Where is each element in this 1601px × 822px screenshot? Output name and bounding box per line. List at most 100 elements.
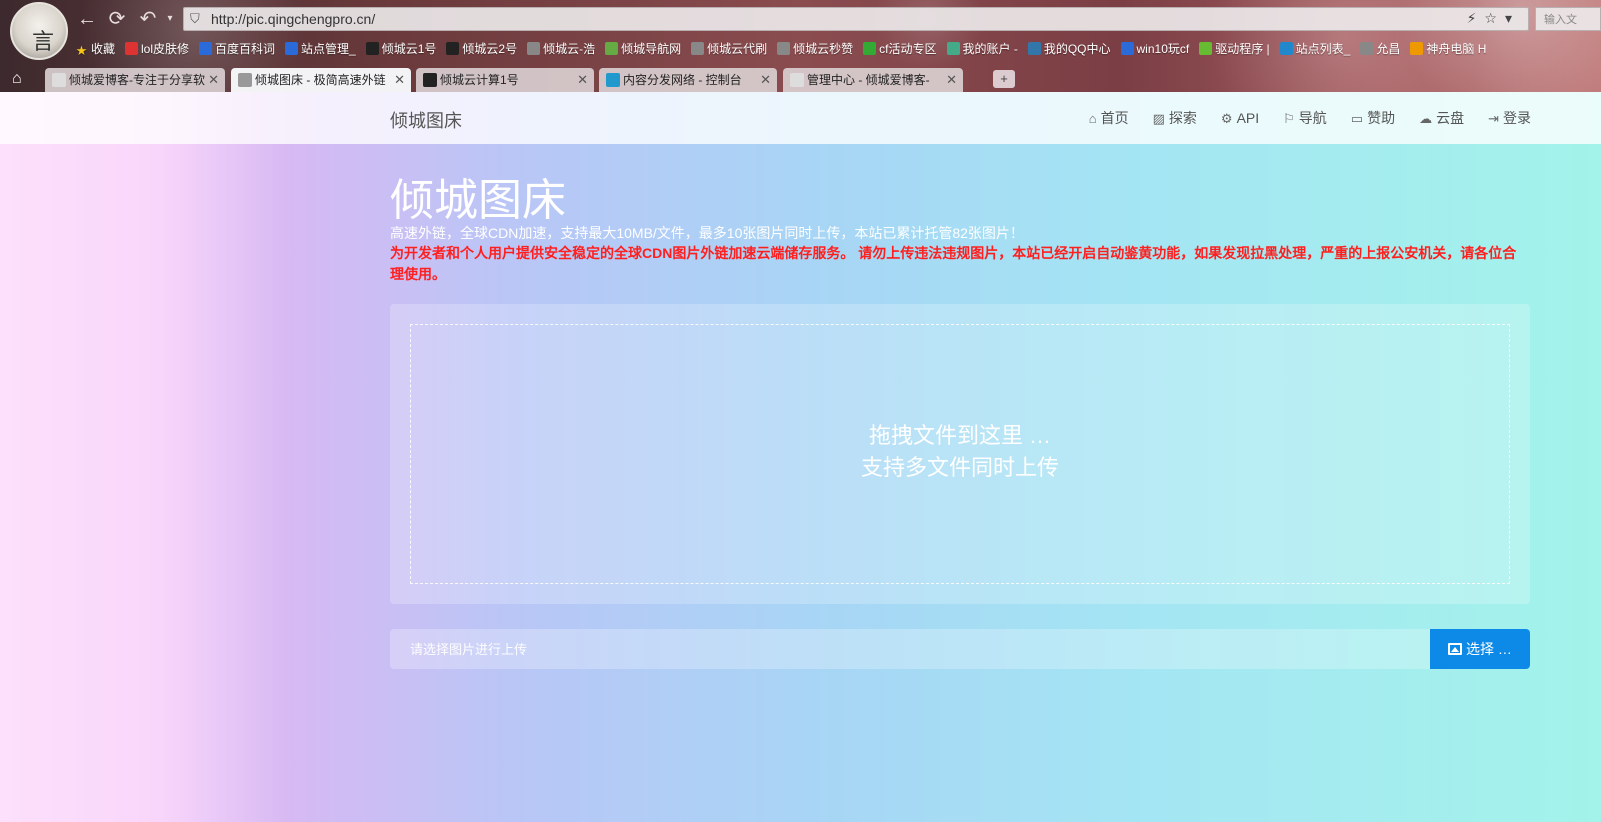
search-placeholder: 输入文 bbox=[1544, 14, 1577, 26]
nav-item[interactable]: ▭ 赞助 bbox=[1351, 108, 1395, 128]
bookmark-item[interactable]: 站点列表_ bbox=[1279, 40, 1350, 57]
bookmarks-bar: ★ 收藏 lol皮肤修 百度百科词 站点管理_ 倾城云1号 倾城云2号 倾城云-浩 倾城导航网 倾… bbox=[75, 40, 1496, 60]
refresh-icon[interactable]: ⟳ bbox=[106, 8, 128, 30]
chevron-down-icon[interactable]: ▾ bbox=[159, 8, 181, 30]
favicon-icon bbox=[423, 73, 437, 87]
bookmark-item[interactable]: ★ 收藏 bbox=[75, 40, 115, 57]
bookmark-item[interactable]: lol皮肤修 bbox=[125, 40, 189, 57]
bookmark-label: 允昌 bbox=[1376, 42, 1401, 56]
nav-item-label: 首页 bbox=[1100, 110, 1129, 126]
new-tab-button[interactable]: + bbox=[993, 70, 1015, 88]
page-icon bbox=[1360, 42, 1374, 55]
close-icon[interactable]: ✕ bbox=[577, 68, 588, 92]
bookmark-item[interactable]: 百度百科词 bbox=[199, 40, 275, 57]
browser-tab[interactable]: 倾城爱博客-专注于分享软 ✕ bbox=[45, 68, 225, 92]
close-icon[interactable]: ✕ bbox=[946, 68, 957, 92]
favicon-icon bbox=[238, 73, 252, 87]
bookmark-label: cf活动专区 bbox=[879, 42, 937, 56]
nav-item[interactable]: ⚙ API bbox=[1221, 110, 1259, 127]
bookmark-item[interactable]: 站点管理_ bbox=[285, 40, 356, 57]
nav-item[interactable]: ☁ 云盘 bbox=[1419, 108, 1464, 128]
bookmark-item[interactable]: 驱动程序 | bbox=[1199, 40, 1270, 57]
browser-tab[interactable]: 倾城云计算1号 ✕ bbox=[416, 68, 594, 92]
circle-icon bbox=[125, 42, 139, 55]
nav-item[interactable]: ⌂ 首页 bbox=[1089, 108, 1129, 128]
address-bar[interactable]: ⛉ ⚡☆▾ bbox=[183, 7, 1529, 31]
tab-label: 倾城爱博客-专注于分享软 bbox=[69, 73, 205, 87]
browser-tab[interactable]: 内容分发网络 - 控制台 ✕ bbox=[599, 68, 777, 92]
close-icon[interactable]: ✕ bbox=[208, 68, 219, 92]
address-actions: ⚡☆▾ bbox=[1467, 10, 1520, 27]
globe-icon bbox=[1027, 42, 1041, 55]
baidu-paw-icon bbox=[285, 42, 299, 55]
bookmark-label: 倾城云秒赞 bbox=[793, 42, 854, 56]
tab-label: 管理中心 - 倾城爱博客- bbox=[807, 73, 930, 87]
upload-panel: 拖拽文件到这里 … 支持多文件同时上传 bbox=[390, 304, 1530, 604]
nav-item[interactable]: ⚐ 导航 bbox=[1283, 108, 1327, 128]
flag-icon bbox=[1279, 42, 1293, 55]
nav-item-label: 云盘 bbox=[1436, 110, 1465, 126]
lightning-icon[interactable]: ⚡ bbox=[1467, 10, 1485, 26]
bookmark-label: 百度百科词 bbox=[215, 42, 276, 56]
nav-item[interactable]: ▨ 探索 bbox=[1153, 108, 1197, 128]
bookmark-label: 我的账户 - bbox=[962, 42, 1018, 56]
file-caption-input[interactable] bbox=[390, 629, 1430, 669]
nav-item-label: 导航 bbox=[1298, 110, 1327, 126]
back-arrow-icon[interactable]: ← bbox=[76, 8, 98, 30]
drop-zone[interactable]: 拖拽文件到这里 … 支持多文件同时上传 bbox=[410, 324, 1510, 584]
bookmark-label: 驱动程序 | bbox=[1215, 42, 1270, 56]
warning-text: 为开发者和个人用户提供安全稳定的全球CDN图片外链加速云端储存服务。 请勿上传违… bbox=[390, 245, 1517, 282]
site-brand[interactable]: 倾城图床 bbox=[390, 107, 462, 133]
bookmark-item[interactable]: 我的QQ中心 bbox=[1027, 40, 1111, 57]
search-box[interactable]: 输入文 bbox=[1535, 7, 1601, 31]
home-icon: ⌂ bbox=[1088, 111, 1097, 126]
page-title: 倾城图床 bbox=[390, 176, 566, 225]
page-icon bbox=[691, 42, 705, 55]
favicon-icon bbox=[790, 73, 804, 87]
signpost-icon: ⚐ bbox=[1283, 111, 1295, 126]
home-icon[interactable]: ⌂ bbox=[12, 70, 22, 88]
avatar-glyph: 言 bbox=[32, 30, 55, 55]
user-avatar[interactable]: 言 bbox=[10, 2, 68, 60]
bookmark-item[interactable]: 神舟电脑 H bbox=[1410, 40, 1486, 57]
nvidia-icon bbox=[1199, 42, 1213, 55]
dropdown-icon[interactable]: ▾ bbox=[1505, 10, 1520, 26]
close-icon[interactable]: ✕ bbox=[394, 68, 405, 92]
bookmark-item[interactable]: 倾城云1号 bbox=[365, 40, 436, 57]
bookmark-item[interactable]: 我的账户 - bbox=[946, 40, 1018, 57]
nav-item[interactable]: ⇥ 登录 bbox=[1488, 108, 1531, 128]
browser-tab[interactable]: 管理中心 - 倾城爱博客- ✕ bbox=[783, 68, 963, 92]
hasee-icon bbox=[1410, 42, 1424, 55]
bookmark-label: 站点管理_ bbox=[301, 42, 356, 56]
star-icon[interactable]: ☆ bbox=[1484, 10, 1505, 26]
baidu-paw-icon bbox=[1120, 42, 1134, 55]
bt-icon bbox=[365, 42, 379, 55]
bookmark-item[interactable]: 倾城云秒赞 bbox=[777, 40, 853, 57]
close-icon[interactable]: ✕ bbox=[760, 68, 771, 92]
nav-item-label: 赞助 bbox=[1367, 110, 1396, 126]
url-input[interactable] bbox=[211, 10, 1411, 28]
undo-icon[interactable]: ↶ bbox=[137, 8, 159, 30]
bookmark-item[interactable]: 倾城导航网 bbox=[605, 40, 681, 57]
favicon-icon bbox=[52, 73, 66, 87]
bookmark-label: 倾城云代刷 bbox=[707, 42, 768, 56]
select-file-button[interactable]: 选择 … bbox=[1430, 629, 1530, 669]
page-icon bbox=[527, 42, 541, 55]
shield-icon: ⛉ bbox=[190, 11, 200, 26]
browser-tab[interactable]: 倾城图床 - 极简高速外链 ✕ bbox=[231, 68, 411, 92]
cloud-download-icon: ☁ bbox=[1419, 111, 1433, 126]
favicon-icon bbox=[606, 73, 620, 87]
bookmark-item[interactable]: cf活动专区 bbox=[863, 40, 937, 57]
bookmark-item[interactable]: win10玩cf bbox=[1120, 40, 1189, 57]
nav-item-label: 登录 bbox=[1503, 110, 1531, 126]
sign-in-icon: ⇥ bbox=[1488, 111, 1499, 126]
star-icon: ★ bbox=[75, 43, 88, 58]
bookmark-item[interactable]: 倾城云-浩 bbox=[527, 40, 595, 57]
page-icon bbox=[777, 42, 791, 55]
bookmark-item[interactable]: 倾城云2号 bbox=[446, 40, 517, 57]
bookmark-item[interactable]: 允昌 bbox=[1360, 40, 1400, 57]
bookmark-item[interactable]: 倾城云代刷 bbox=[691, 40, 767, 57]
select-file-label: 选择 … bbox=[1466, 641, 1512, 657]
image-icon: ▨ bbox=[1152, 111, 1165, 126]
bookmark-label: 神舟电脑 H bbox=[1426, 42, 1487, 56]
